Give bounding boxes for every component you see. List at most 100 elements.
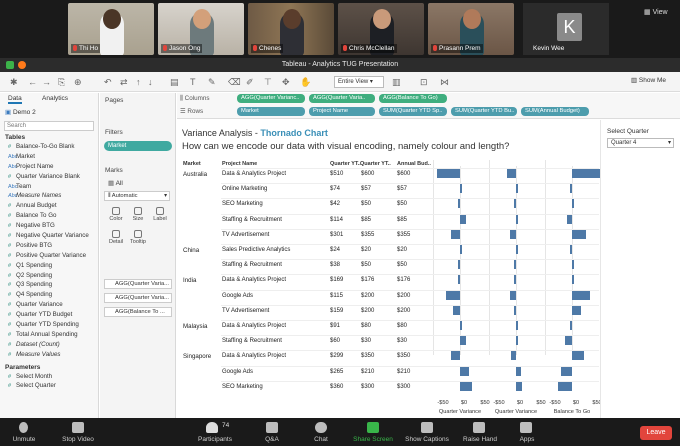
field-item[interactable]: # Dataset (Count) [0, 340, 98, 350]
field-item[interactable]: AbcMarket [0, 152, 98, 162]
variance-bar[interactable] [460, 321, 463, 330]
new-datasource-icon[interactable]: ⊕ [74, 76, 82, 88]
variance-bar[interactable] [437, 169, 460, 178]
pages-card[interactable]: Pages [105, 97, 175, 104]
microphone-icon[interactable] [19, 422, 28, 433]
back-icon[interactable]: ← [28, 76, 37, 88]
variance-bar[interactable] [513, 305, 516, 315]
share-screen-icon[interactable] [367, 422, 379, 433]
variance-bar[interactable] [514, 275, 516, 285]
field-item[interactable]: # Positive BTG [0, 241, 98, 251]
stop-video-button[interactable]: Stop Video [58, 436, 98, 443]
label-icon[interactable]: T [190, 76, 196, 88]
variance-bar[interactable] [510, 229, 516, 239]
undo-icon[interactable]: ↶ [104, 76, 112, 88]
field-item[interactable]: # Measure Values [0, 350, 98, 360]
variance-bar[interactable] [516, 321, 518, 330]
participant-tile[interactable]: Chris McClellan [338, 3, 424, 55]
unmute-button[interactable]: Unmute [6, 436, 42, 443]
detail-button[interactable]: Detail [106, 228, 126, 248]
mark-type-dropdown[interactable]: ⫴ Automatic ▾ [104, 191, 170, 201]
field-item[interactable]: # Quarter YTD Budget [0, 310, 98, 320]
variance-bar[interactable] [460, 245, 462, 254]
field-item[interactable]: # Q4 Spending [0, 290, 98, 300]
participants-icon[interactable] [206, 422, 218, 433]
columns-pill[interactable]: AGG(Quarter Varia.. [309, 94, 375, 103]
field-item[interactable]: # Positive Quarter Variance [0, 251, 98, 261]
variance-bar[interactable] [450, 351, 460, 361]
captions-icon[interactable] [421, 422, 433, 433]
variance-bar[interactable] [511, 351, 516, 361]
variance-bar[interactable] [516, 366, 521, 376]
field-item[interactable]: # Balance To Go [0, 211, 98, 221]
save-icon[interactable]: ⎘ [58, 76, 65, 88]
variance-bar[interactable] [460, 184, 463, 194]
raise-hand-button[interactable]: Raise Hand [460, 436, 500, 443]
participant-tile[interactable]: K Kevin Wee [523, 3, 609, 55]
variance-bar[interactable] [572, 290, 591, 300]
sort-ascending-icon[interactable]: ↑ [136, 76, 141, 88]
field-item[interactable]: # Total Annual Spending [0, 330, 98, 340]
qa-button[interactable]: Q&A [256, 436, 288, 443]
participant-tile[interactable]: Prasann Prem [428, 3, 514, 55]
clear-icon[interactable]: ⌫ [228, 76, 241, 88]
group-icon[interactable]: ▤ [170, 76, 179, 88]
select-quarter-dropdown[interactable]: Quarter 4 ▾ [607, 138, 674, 148]
color-button[interactable]: Color [106, 205, 126, 225]
apps-icon[interactable] [520, 422, 532, 433]
variance-bar[interactable] [458, 275, 460, 285]
view-button[interactable]: ▦ View [644, 8, 668, 16]
variance-bar[interactable] [514, 260, 516, 270]
variance-bar[interactable] [516, 336, 519, 346]
parameter-item[interactable]: # Select Month [0, 372, 98, 382]
swap-icon[interactable]: ⇄ [120, 76, 128, 88]
rows-pill[interactable]: Market [237, 107, 305, 116]
columns-pill[interactable]: AGG(Quarter Varianc.. [237, 94, 305, 103]
share-screen-button[interactable]: Share Screen [350, 436, 396, 443]
variance-bar[interactable] [569, 321, 572, 330]
variance-bar[interactable] [458, 260, 460, 270]
field-item[interactable]: AbcProject Name [0, 162, 98, 172]
variance-bar[interactable] [572, 351, 584, 361]
variance-bar[interactable] [516, 214, 519, 224]
variance-bar[interactable] [516, 381, 522, 391]
chat-icon[interactable] [315, 422, 327, 433]
fit-dropdown[interactable]: Entire View ▾ [334, 76, 384, 88]
variance-bar[interactable] [572, 275, 574, 285]
format-icon[interactable]: ✥ [282, 76, 290, 88]
marks-pill[interactable]: AGG(Balance To ... [104, 307, 172, 317]
marks-pill[interactable]: AGG(Quarter Varia... [104, 279, 172, 289]
variance-bar[interactable] [572, 229, 586, 239]
presentation-icon[interactable]: ⊡ [420, 76, 428, 88]
marks-label-icon[interactable]: ⊤ [264, 76, 272, 88]
show-cards-icon[interactable]: ▥ [392, 76, 401, 88]
field-item[interactable]: AbcTeam [0, 182, 98, 192]
filter-pill-market[interactable]: Market [104, 141, 172, 151]
variance-bar[interactable] [510, 290, 516, 300]
forward-icon[interactable]: → [42, 76, 51, 88]
rows-pill[interactable]: Project Name [309, 107, 375, 116]
variance-bar[interactable] [460, 381, 472, 391]
participants-button[interactable]: Participants [192, 436, 238, 443]
variance-bar[interactable] [460, 336, 466, 346]
rows-pill[interactable]: SUM(Quarter YTD Bu.. [451, 107, 517, 116]
variance-bar[interactable] [453, 305, 460, 315]
variance-bar[interactable] [572, 260, 575, 270]
field-item[interactable]: AbcMeasure Names [0, 191, 98, 201]
video-camera-icon[interactable] [72, 422, 84, 433]
variance-bar[interactable] [516, 184, 518, 194]
field-item[interactable]: # Annual Budget [0, 201, 98, 211]
field-item[interactable]: # Balance-To-Go Blank [0, 142, 98, 152]
search-input[interactable]: Search [4, 121, 94, 131]
field-item[interactable]: # Q1 Spending [0, 261, 98, 271]
pin-icon[interactable]: ✎ [208, 76, 216, 88]
marks-pill[interactable]: AGG(Quarter Varia... [104, 293, 172, 303]
variance-bar[interactable] [565, 336, 572, 346]
field-item[interactable]: # Q3 Spending [0, 280, 98, 290]
variance-bar[interactable] [569, 184, 572, 194]
variance-bar[interactable] [446, 290, 460, 300]
variance-bar[interactable] [460, 214, 466, 224]
label-button[interactable]: Label [150, 205, 170, 225]
rows-pill[interactable]: SUM(Annual Budget) [521, 107, 589, 116]
tooltip-button[interactable]: Tooltip [128, 228, 148, 248]
